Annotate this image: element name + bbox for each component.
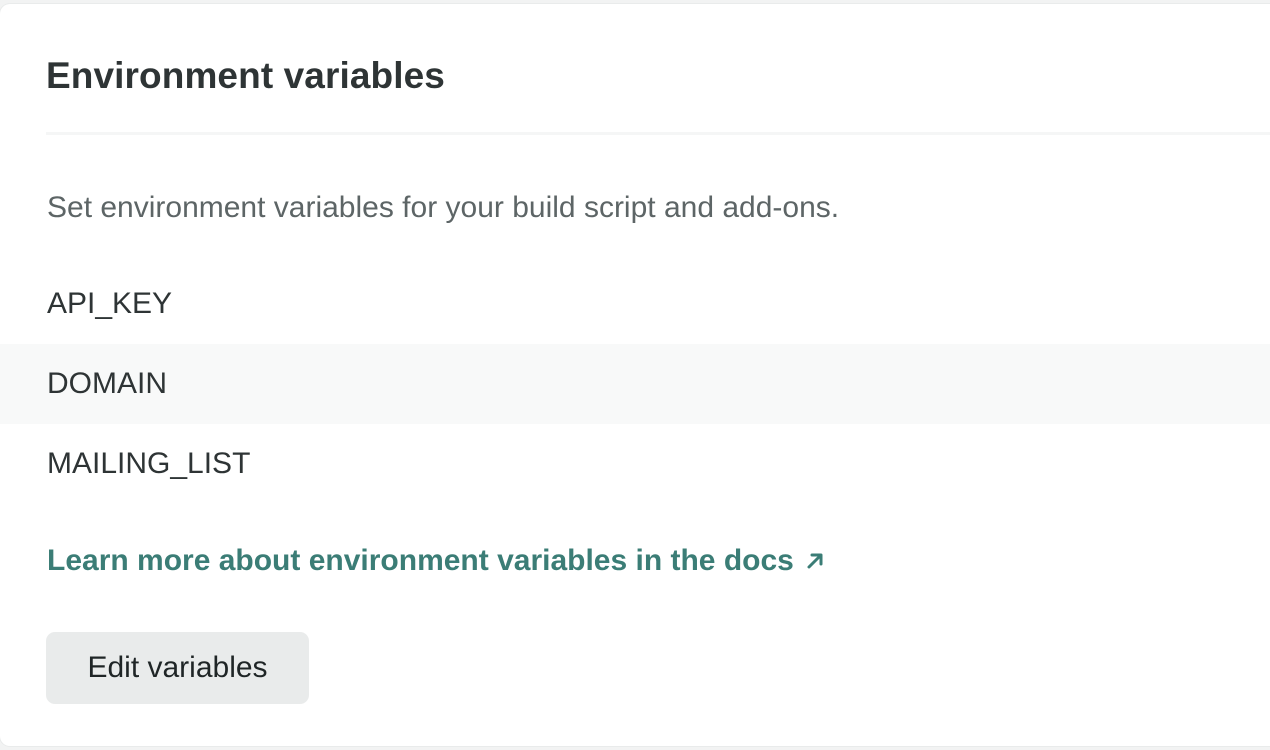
card-description: Set environment variables for your build… [47,191,840,224]
external-arrow-icon [807,553,823,569]
edit-variables-button[interactable]: Edit variables [46,632,309,704]
environment-variables-card: Environment variables Set environment va… [0,4,1270,746]
variable-list: API_KEY DOMAIN MAILING_LIST [0,264,1270,504]
variable-row-api-key: API_KEY [0,264,1270,344]
docs-link[interactable]: Learn more about environment variables i… [47,541,826,581]
variable-name: MAILING_LIST [47,447,251,480]
variable-name: API_KEY [47,287,173,320]
card-title: Environment variables [46,55,445,96]
variable-row-mailing-list: MAILING_LIST [0,424,1270,504]
variable-name: DOMAIN [47,367,167,400]
variable-row-domain: DOMAIN [0,344,1270,424]
docs-link-label: Learn more about environment variables i… [47,544,794,577]
card-header: Environment variables [46,54,1270,135]
